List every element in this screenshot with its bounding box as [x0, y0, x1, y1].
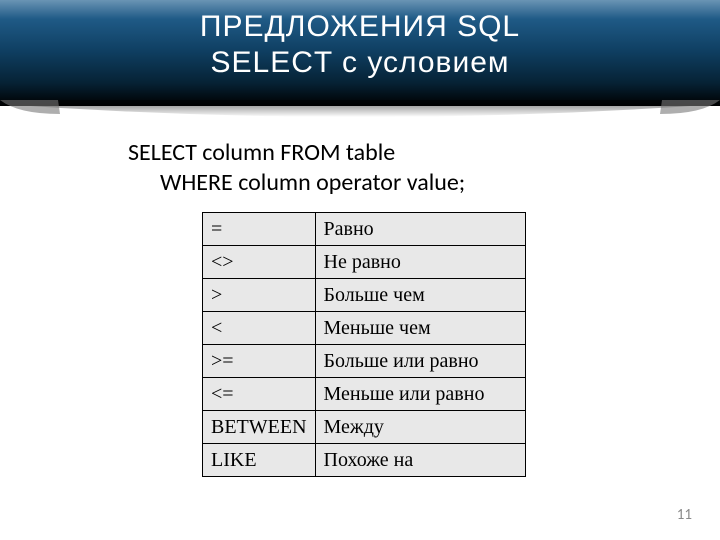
- code-line-1: SELECT column FROM table: [128, 138, 720, 168]
- operator-cell: BETWEEN: [203, 411, 316, 444]
- description-cell: Похоже на: [315, 444, 525, 477]
- operator-cell: >=: [203, 345, 316, 378]
- table-row: <= Меньше или равно: [203, 378, 526, 411]
- description-cell: Меньше или равно: [315, 378, 525, 411]
- description-cell: Больше чем: [315, 279, 525, 312]
- code-line-2: WHERE column operator value;: [128, 168, 720, 198]
- operators-table: = Равно <> Не равно > Больше чем < Меньш…: [202, 212, 526, 477]
- description-cell: Меньше чем: [315, 312, 525, 345]
- operator-cell: <>: [203, 246, 316, 279]
- operator-cell: <: [203, 312, 316, 345]
- table-row: LIKE Похоже на: [203, 444, 526, 477]
- table-row: <> Не равно: [203, 246, 526, 279]
- operator-cell: =: [203, 213, 316, 246]
- table-row: >= Больше или равно: [203, 345, 526, 378]
- table-row: BETWEEN Между: [203, 411, 526, 444]
- page-number: 11: [677, 506, 692, 524]
- table-row: > Больше чем: [203, 279, 526, 312]
- operator-cell: >: [203, 279, 316, 312]
- slide-title-line2: SELECT с условием: [0, 46, 720, 80]
- description-cell: Равно: [315, 213, 525, 246]
- operator-cell: LIKE: [203, 444, 316, 477]
- table-row: < Меньше чем: [203, 312, 526, 345]
- slide-title-line1: ПРЕДЛОЖЕНИЯ SQL: [0, 10, 720, 44]
- description-cell: Больше или равно: [315, 345, 525, 378]
- table-row: = Равно: [203, 213, 526, 246]
- operator-cell: <=: [203, 378, 316, 411]
- sql-code-block: SELECT column FROM table WHERE column op…: [128, 138, 720, 198]
- description-cell: Не равно: [315, 246, 525, 279]
- title-banner: ПРЕДЛОЖЕНИЯ SQL SELECT с условием: [0, 0, 720, 106]
- description-cell: Между: [315, 411, 525, 444]
